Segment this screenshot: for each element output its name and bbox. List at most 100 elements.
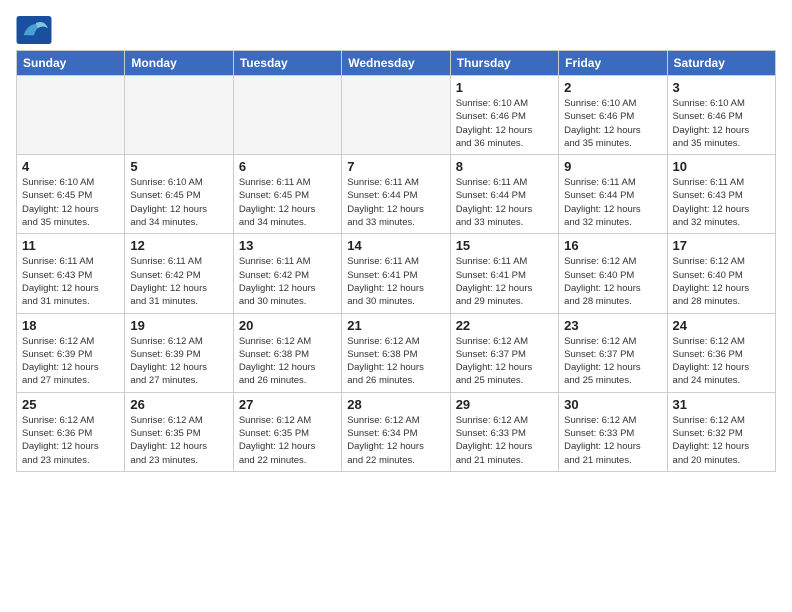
day-number: 4 [22, 159, 119, 174]
day-info: Sunrise: 6:11 AM Sunset: 6:42 PM Dayligh… [130, 255, 227, 308]
calendar-cell: 11 Sunrise: 6:11 AM Sunset: 6:43 PM Dayli… [17, 234, 125, 313]
day-number: 24 [673, 318, 770, 333]
calendar-cell: 26 Sunrise: 6:12 AM Sunset: 6:35 PM Dayli… [125, 392, 233, 471]
day-number: 22 [456, 318, 553, 333]
calendar-cell: 1 Sunrise: 6:10 AM Sunset: 6:46 PM Daylig… [450, 76, 558, 155]
day-info: Sunrise: 6:12 AM Sunset: 6:33 PM Dayligh… [564, 414, 661, 467]
day-info: Sunrise: 6:10 AM Sunset: 6:46 PM Dayligh… [673, 97, 770, 150]
calendar-week-row: 4 Sunrise: 6:10 AM Sunset: 6:45 PM Daylig… [17, 155, 776, 234]
day-info: Sunrise: 6:12 AM Sunset: 6:40 PM Dayligh… [564, 255, 661, 308]
day-number: 9 [564, 159, 661, 174]
day-info: Sunrise: 6:10 AM Sunset: 6:45 PM Dayligh… [22, 176, 119, 229]
logo-icon [16, 16, 52, 44]
day-info: Sunrise: 6:11 AM Sunset: 6:42 PM Dayligh… [239, 255, 336, 308]
calendar-cell: 16 Sunrise: 6:12 AM Sunset: 6:40 PM Dayli… [559, 234, 667, 313]
calendar-week-row: 18 Sunrise: 6:12 AM Sunset: 6:39 PM Dayli… [17, 313, 776, 392]
day-number: 16 [564, 238, 661, 253]
day-number: 26 [130, 397, 227, 412]
day-number: 11 [22, 238, 119, 253]
calendar-cell: 21 Sunrise: 6:12 AM Sunset: 6:38 PM Dayli… [342, 313, 450, 392]
calendar-cell: 25Sunrise: 6:12 AM Sunset: 6:36 PM Dayli… [17, 392, 125, 471]
day-info: Sunrise: 6:11 AM Sunset: 6:43 PM Dayligh… [673, 176, 770, 229]
calendar-cell: 10 Sunrise: 6:11 AM Sunset: 6:43 PM Dayli… [667, 155, 775, 234]
calendar-cell: 31Sunrise: 6:12 AM Sunset: 6:32 PM Dayli… [667, 392, 775, 471]
day-number: 17 [673, 238, 770, 253]
calendar-cell: 15 Sunrise: 6:11 AM Sunset: 6:41 PM Dayli… [450, 234, 558, 313]
calendar-cell: 22 Sunrise: 6:12 AM Sunset: 6:37 PM Dayli… [450, 313, 558, 392]
calendar-week-row: 25Sunrise: 6:12 AM Sunset: 6:36 PM Dayli… [17, 392, 776, 471]
day-number: 7 [347, 159, 444, 174]
calendar-cell [17, 76, 125, 155]
day-number: 18 [22, 318, 119, 333]
calendar-cell [342, 76, 450, 155]
day-number: 20 [239, 318, 336, 333]
weekday-header: Tuesday [233, 51, 341, 76]
day-number: 10 [673, 159, 770, 174]
day-info: Sunrise: 6:11 AM Sunset: 6:43 PM Dayligh… [22, 255, 119, 308]
day-info: Sunrise: 6:10 AM Sunset: 6:46 PM Dayligh… [564, 97, 661, 150]
calendar-cell: 17Sunrise: 6:12 AM Sunset: 6:40 PM Dayli… [667, 234, 775, 313]
calendar-cell: 3Sunrise: 6:10 AM Sunset: 6:46 PM Daylig… [667, 76, 775, 155]
day-number: 13 [239, 238, 336, 253]
calendar-cell: 4 Sunrise: 6:10 AM Sunset: 6:45 PM Daylig… [17, 155, 125, 234]
day-info: Sunrise: 6:12 AM Sunset: 6:38 PM Dayligh… [239, 335, 336, 388]
day-number: 30 [564, 397, 661, 412]
day-info: Sunrise: 6:12 AM Sunset: 6:39 PM Dayligh… [130, 335, 227, 388]
calendar-week-row: 1 Sunrise: 6:10 AM Sunset: 6:46 PM Daylig… [17, 76, 776, 155]
day-number: 15 [456, 238, 553, 253]
day-info: Sunrise: 6:12 AM Sunset: 6:36 PM Dayligh… [673, 335, 770, 388]
day-number: 19 [130, 318, 227, 333]
day-info: Sunrise: 6:10 AM Sunset: 6:46 PM Dayligh… [456, 97, 553, 150]
day-number: 21 [347, 318, 444, 333]
weekday-header: Friday [559, 51, 667, 76]
calendar-header-row: SundayMondayTuesdayWednesdayThursdayFrid… [17, 51, 776, 76]
weekday-header: Thursday [450, 51, 558, 76]
day-info: Sunrise: 6:11 AM Sunset: 6:44 PM Dayligh… [347, 176, 444, 229]
day-info: Sunrise: 6:11 AM Sunset: 6:45 PM Dayligh… [239, 176, 336, 229]
calendar-cell: 6 Sunrise: 6:11 AM Sunset: 6:45 PM Daylig… [233, 155, 341, 234]
day-number: 29 [456, 397, 553, 412]
calendar-cell: 8Sunrise: 6:11 AM Sunset: 6:44 PM Daylig… [450, 155, 558, 234]
calendar-cell: 9 Sunrise: 6:11 AM Sunset: 6:44 PM Daylig… [559, 155, 667, 234]
day-info: Sunrise: 6:12 AM Sunset: 6:37 PM Dayligh… [564, 335, 661, 388]
calendar-cell: 7 Sunrise: 6:11 AM Sunset: 6:44 PM Daylig… [342, 155, 450, 234]
calendar-cell [233, 76, 341, 155]
day-number: 27 [239, 397, 336, 412]
calendar-cell: 30 Sunrise: 6:12 AM Sunset: 6:33 PM Dayli… [559, 392, 667, 471]
day-number: 28 [347, 397, 444, 412]
day-info: Sunrise: 6:11 AM Sunset: 6:41 PM Dayligh… [456, 255, 553, 308]
day-number: 12 [130, 238, 227, 253]
weekday-header: Sunday [17, 51, 125, 76]
weekday-header: Monday [125, 51, 233, 76]
calendar-cell: 19 Sunrise: 6:12 AM Sunset: 6:39 PM Dayli… [125, 313, 233, 392]
day-number: 23 [564, 318, 661, 333]
calendar: SundayMondayTuesdayWednesdayThursdayFrid… [16, 50, 776, 472]
logo [16, 16, 56, 44]
calendar-cell: 12 Sunrise: 6:11 AM Sunset: 6:42 PM Dayli… [125, 234, 233, 313]
day-info: Sunrise: 6:11 AM Sunset: 6:44 PM Dayligh… [564, 176, 661, 229]
day-info: Sunrise: 6:12 AM Sunset: 6:35 PM Dayligh… [130, 414, 227, 467]
day-number: 31 [673, 397, 770, 412]
day-number: 25 [22, 397, 119, 412]
day-number: 14 [347, 238, 444, 253]
day-number: 2 [564, 80, 661, 95]
calendar-cell: 20 Sunrise: 6:12 AM Sunset: 6:38 PM Dayli… [233, 313, 341, 392]
day-info: Sunrise: 6:11 AM Sunset: 6:41 PM Dayligh… [347, 255, 444, 308]
day-info: Sunrise: 6:12 AM Sunset: 6:33 PM Dayligh… [456, 414, 553, 467]
day-number: 6 [239, 159, 336, 174]
day-info: Sunrise: 6:12 AM Sunset: 6:37 PM Dayligh… [456, 335, 553, 388]
header [16, 16, 776, 44]
day-info: Sunrise: 6:12 AM Sunset: 6:38 PM Dayligh… [347, 335, 444, 388]
day-info: Sunrise: 6:12 AM Sunset: 6:34 PM Dayligh… [347, 414, 444, 467]
calendar-cell: 28 Sunrise: 6:12 AM Sunset: 6:34 PM Dayli… [342, 392, 450, 471]
calendar-cell: 14 Sunrise: 6:11 AM Sunset: 6:41 PM Dayli… [342, 234, 450, 313]
day-number: 1 [456, 80, 553, 95]
weekday-header: Saturday [667, 51, 775, 76]
calendar-cell [125, 76, 233, 155]
weekday-header: Wednesday [342, 51, 450, 76]
calendar-cell: 5Sunrise: 6:10 AM Sunset: 6:45 PM Daylig… [125, 155, 233, 234]
day-info: Sunrise: 6:12 AM Sunset: 6:35 PM Dayligh… [239, 414, 336, 467]
day-info: Sunrise: 6:11 AM Sunset: 6:44 PM Dayligh… [456, 176, 553, 229]
calendar-week-row: 11 Sunrise: 6:11 AM Sunset: 6:43 PM Dayli… [17, 234, 776, 313]
calendar-cell: 18Sunrise: 6:12 AM Sunset: 6:39 PM Dayli… [17, 313, 125, 392]
